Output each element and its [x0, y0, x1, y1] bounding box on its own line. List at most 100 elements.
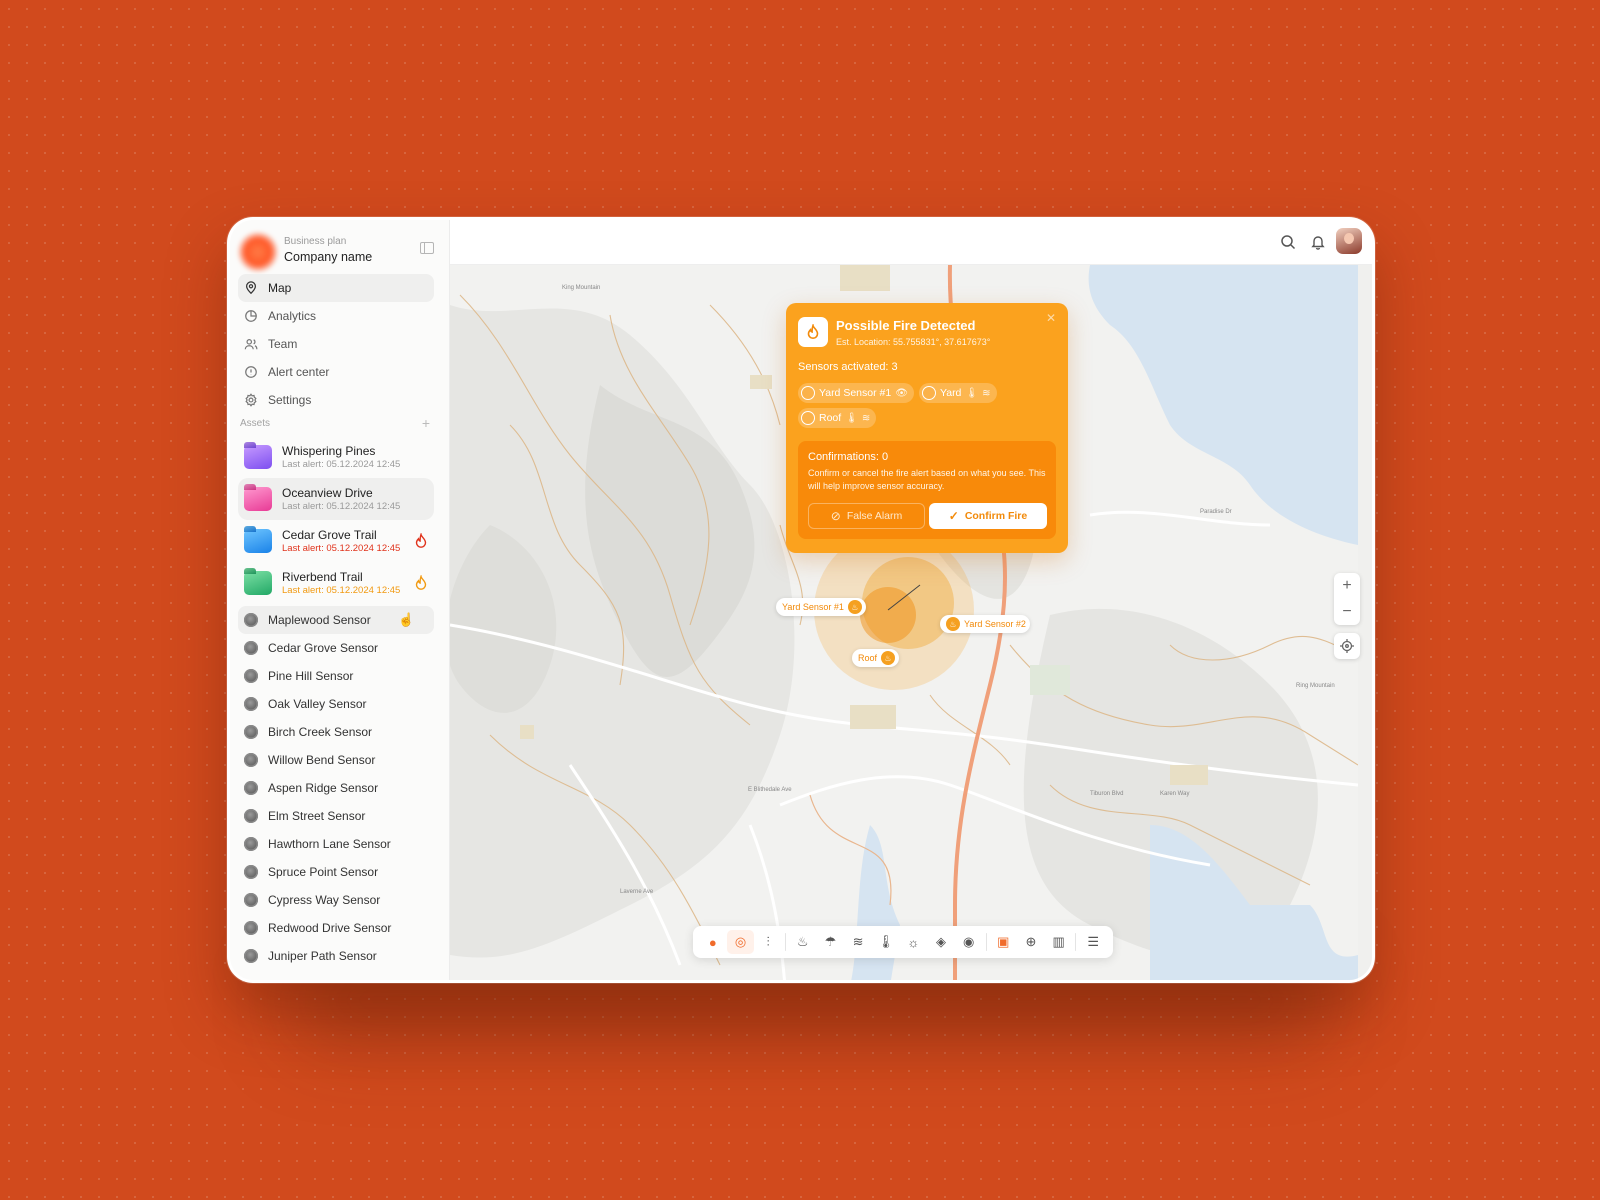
asset-item[interactable]: Riverbend Trail Last alert: 05.12.2024 1…	[238, 562, 434, 604]
bell-icon[interactable]	[1310, 234, 1326, 250]
fire-warning-icon	[415, 575, 427, 590]
chip-label: Roof	[819, 412, 842, 424]
filter-icon[interactable]: ☰	[1079, 930, 1107, 954]
map-marker-yard-sensor-2[interactable]: ♨ Yard Sensor #2	[940, 615, 1030, 633]
fire-icon: ♨	[946, 617, 960, 631]
sensor-item[interactable]: Redwood Drive Sensor	[238, 914, 434, 942]
asset-last-alert: Last alert: 05.12.2024 12:45	[282, 500, 401, 512]
wind-icon: ≋	[861, 412, 871, 424]
sensor-name: Pine Hill Sensor	[268, 669, 354, 683]
marker-label: Yard Sensor #1	[782, 602, 844, 612]
camera-icon[interactable]: ◉	[955, 930, 983, 954]
search-icon[interactable]	[1280, 234, 1296, 250]
heat-icon[interactable]: ☼	[900, 930, 928, 954]
zoom-control: + −	[1334, 573, 1360, 625]
sensor-item[interactable]: Spruce Point Sensor	[238, 858, 434, 886]
sensor-chip[interactable]: Roof 🌡 ≋	[798, 408, 877, 428]
hand-cursor-icon: ☝	[398, 612, 415, 627]
globe-icon[interactable]: ⊕	[1017, 930, 1045, 954]
nav-item-settings[interactable]: Settings	[238, 386, 434, 414]
nav-item-alert-center[interactable]: Alert center	[238, 358, 434, 386]
sensor-chip[interactable]: Yard Sensor #1 👁	[798, 383, 914, 403]
sensor-item[interactable]: Birch Creek Sensor	[238, 718, 434, 746]
asset-item[interactable]: Cedar Grove Trail Last alert: 05.12.2024…	[238, 520, 434, 562]
sensor-chip[interactable]: Yard 🌡 ≋	[919, 383, 997, 403]
nav-label: Team	[268, 337, 298, 351]
svg-text:Karen Way: Karen Way	[1160, 791, 1189, 797]
map-icon[interactable]: ▥	[1045, 930, 1073, 954]
sensor-item[interactable]: Maplewood Sensor ☝	[238, 606, 434, 634]
fire-alert-icon	[415, 533, 427, 548]
sensor-item[interactable]: Elm Street Sensor	[238, 802, 434, 830]
asset-item[interactable]: Oceanview Drive Last alert: 05.12.2024 1…	[238, 478, 434, 520]
sensor-status-icon	[244, 725, 258, 739]
crosshair-icon	[1340, 639, 1354, 653]
asset-name: Cedar Grove Trail	[282, 527, 377, 542]
nav-item-analytics[interactable]: Analytics	[238, 302, 434, 330]
map-style-icon[interactable]: ▣	[989, 930, 1017, 954]
sensor-status-icon	[244, 781, 258, 795]
top-bar	[450, 220, 1372, 265]
brand[interactable]: Business plan Company name	[238, 228, 438, 272]
sensor-status-icon	[244, 613, 258, 627]
folder-icon	[244, 529, 272, 553]
alert-title: Possible Fire Detected	[836, 318, 976, 333]
sensor-name: Elm Street Sensor	[268, 809, 366, 823]
sensor-item[interactable]: Willow Bend Sensor	[238, 746, 434, 774]
wind-icon[interactable]: ≋	[844, 930, 872, 954]
user-avatar[interactable]	[1336, 228, 1362, 254]
alert-circle-icon	[245, 366, 257, 378]
asset-name: Riverbend Trail	[282, 569, 363, 584]
sensor-name: Juniper Path Sensor	[268, 949, 377, 963]
layers-icon[interactable]: ◈	[927, 930, 955, 954]
asset-name: Whispering Pines	[282, 443, 376, 458]
confirm-fire-label: Confirm Fire	[964, 510, 1028, 522]
asset-item[interactable]: Whispering Pines Last alert: 05.12.2024 …	[238, 436, 434, 478]
sensor-item[interactable]: Pine Hill Sensor	[238, 662, 434, 690]
sensor-status-icon	[244, 893, 258, 907]
svg-text:Ring Mountain: Ring Mountain	[1296, 683, 1335, 689]
toolbar-divider	[1075, 933, 1077, 951]
sensor-name: Spruce Point Sensor	[268, 865, 379, 879]
folder-icon	[244, 445, 272, 469]
sensor-item[interactable]: Hawthorn Lane Sensor	[238, 830, 434, 858]
alert-location: Est. Location: 55.755831°, 37.617673°	[836, 337, 991, 347]
sensor-item[interactable]: Oak Valley Sensor	[238, 690, 434, 718]
toolbar-divider	[985, 933, 987, 951]
asset-last-alert: Last alert: 05.12.2024 12:45	[282, 542, 401, 554]
fire-alert-popup: ✕ Possible Fire Detected Est. Location: …	[786, 303, 1068, 553]
sensor-item[interactable]: Cypress Way Sensor	[238, 886, 434, 914]
map-marker-roof[interactable]: Roof ♨	[852, 649, 900, 667]
svg-text:Tiburon Blvd: Tiburon Blvd	[1090, 791, 1123, 797]
nav-label: Alert center	[268, 365, 330, 379]
confirmation-description: Confirm or cancel the fire alert based o…	[808, 468, 1046, 491]
chip-label: Yard Sensor #1	[819, 387, 892, 399]
sidebar-toggle-icon[interactable]	[420, 242, 434, 254]
temperature-scale-icon[interactable]: ⫶	[754, 930, 782, 954]
signal-layer-icon[interactable]: ◎	[726, 930, 755, 954]
assets-list: Whispering Pines Last alert: 05.12.2024 …	[238, 436, 434, 604]
fire-icon	[798, 317, 828, 347]
map-view[interactable]: King Mountain Ring Mountain Tiburon Blvd…	[450, 265, 1372, 980]
sensor-item[interactable]: Juniper Path Sensor	[238, 942, 434, 970]
sensor-item[interactable]: Aspen Ridge Sensor	[238, 774, 434, 802]
users-icon	[244, 339, 258, 350]
flame-icon[interactable]: ♨	[789, 930, 817, 954]
false-alarm-button[interactable]: ⊘ False Alarm	[808, 503, 925, 529]
rain-icon[interactable]: ☂	[817, 930, 845, 954]
sensor-item[interactable]: Cedar Grove Sensor	[238, 634, 434, 662]
map-layer-toolbar: ● ◎ ⫶ ♨ ☂ ≋ 🌡 ☼ ◈ ◉ ▣ ⊕ ▥ ☰	[693, 926, 1113, 958]
close-icon[interactable]: ✕	[1046, 311, 1056, 325]
locate-button[interactable]	[1334, 633, 1360, 659]
nav-item-team[interactable]: Team	[238, 330, 434, 358]
add-asset-icon[interactable]: +	[422, 415, 430, 431]
thermometer-icon[interactable]: 🌡	[872, 930, 900, 954]
confirm-fire-button[interactable]: ✓ Confirm Fire	[929, 503, 1047, 529]
sensor-name: Birch Creek Sensor	[268, 725, 373, 739]
fire-layer-icon[interactable]: ●	[699, 930, 727, 954]
map-marker-yard-sensor-1[interactable]: Yard Sensor #1 ♨	[776, 598, 866, 616]
nav-item-map[interactable]: Map	[238, 274, 434, 302]
zoom-in-icon[interactable]: +	[1334, 573, 1360, 599]
fire-icon: ♨	[881, 651, 896, 665]
zoom-out-icon[interactable]: −	[1334, 599, 1360, 625]
